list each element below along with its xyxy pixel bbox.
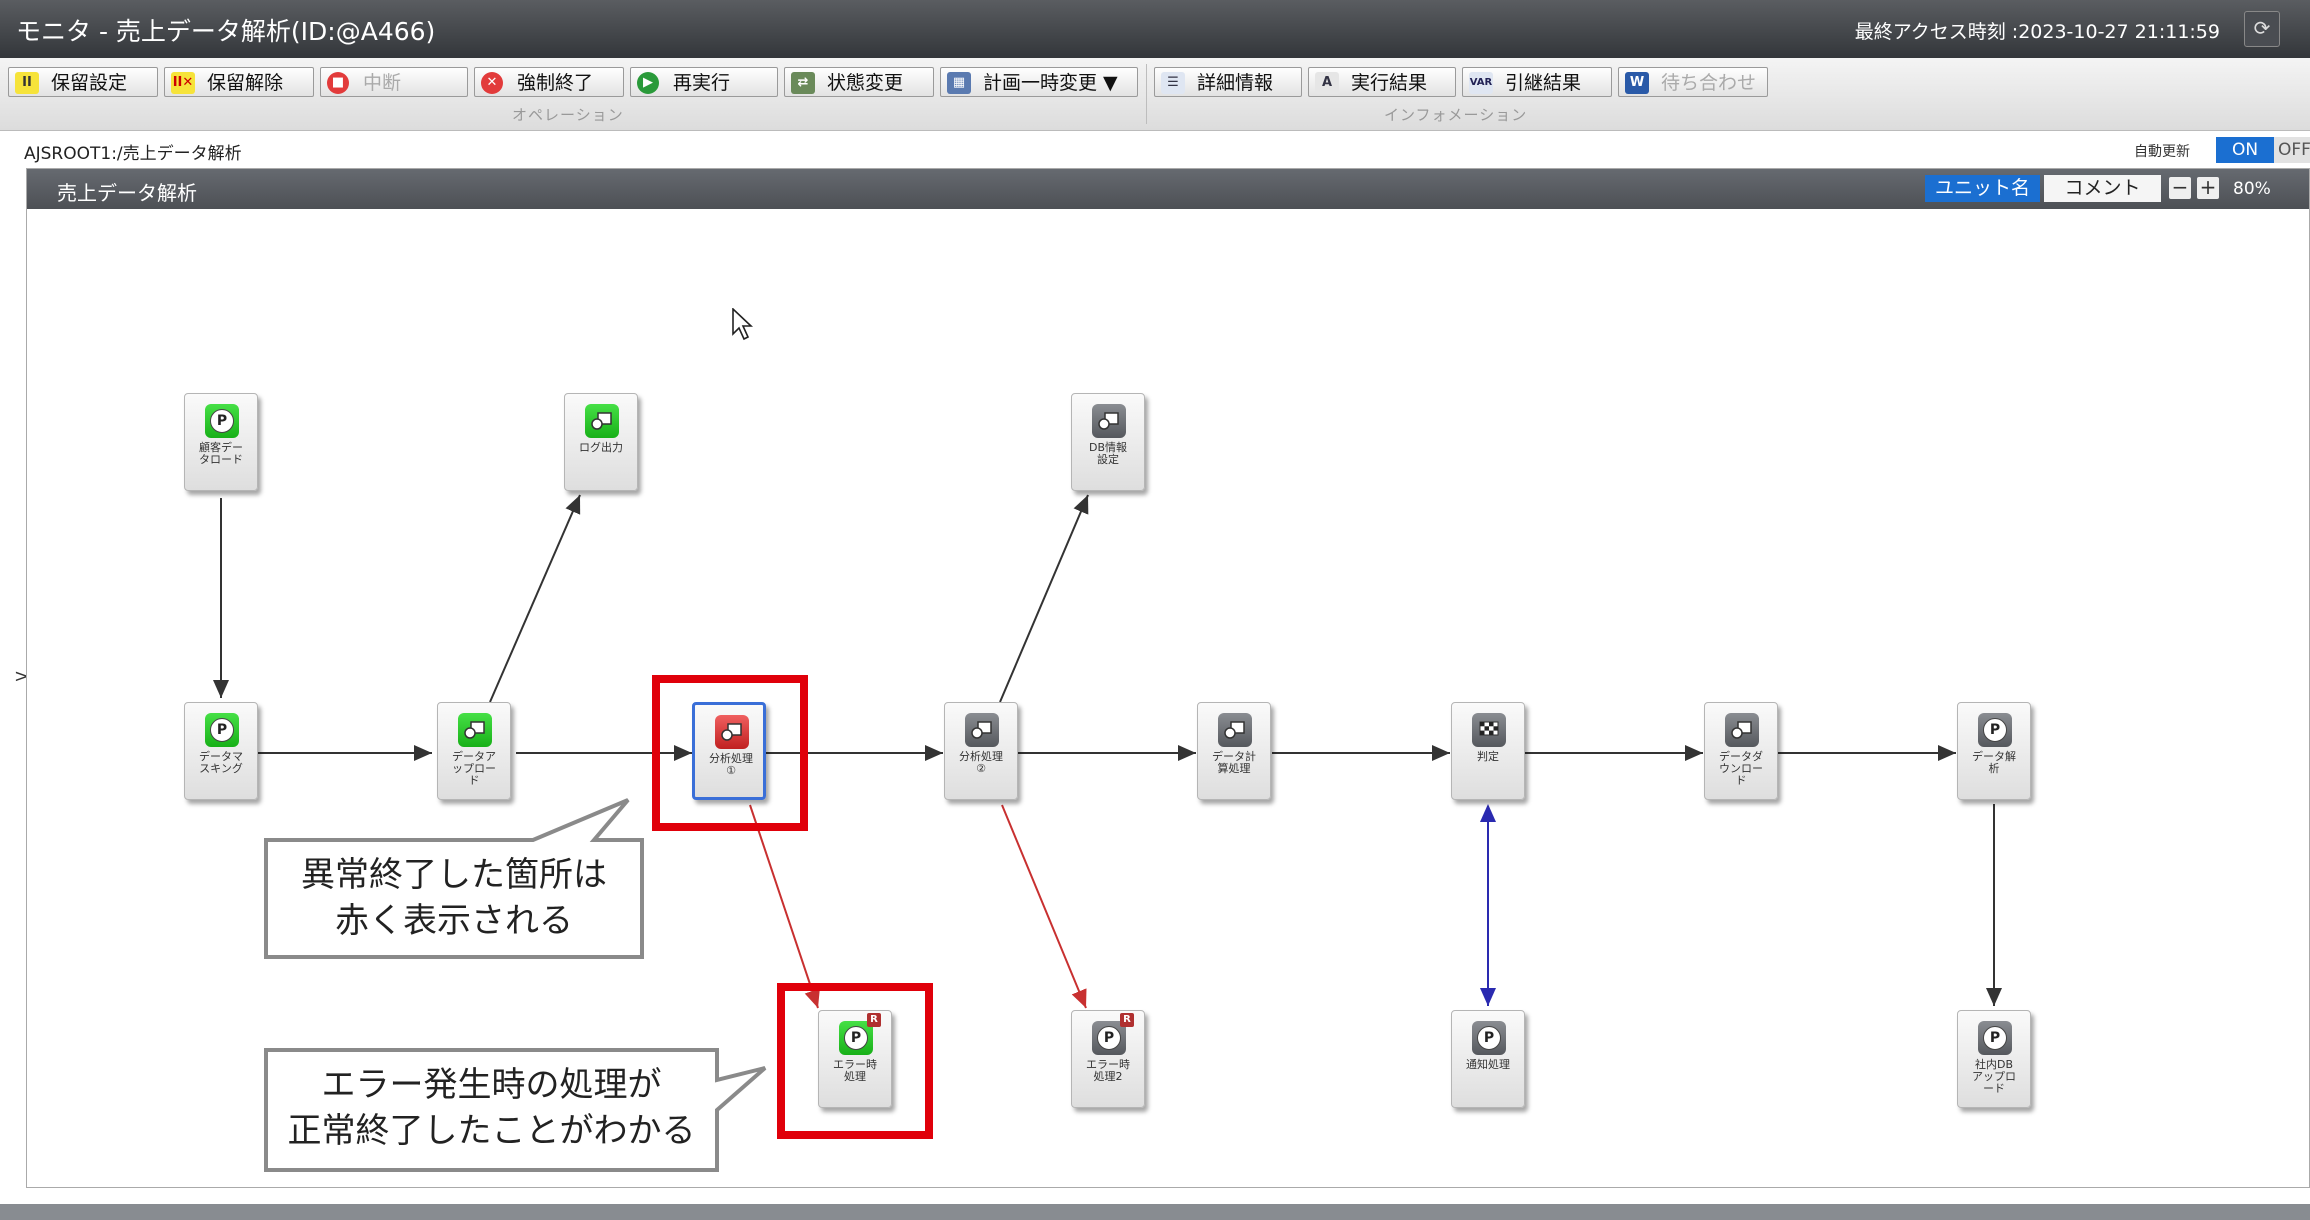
bottom-scrollbar[interactable] (0, 1204, 2310, 1220)
abnormal-callout-text: 異常終了した箇所は 赤く表示される (301, 855, 607, 941)
error-handler-callout-text: エラー発生時の処理が 正常終了したことがわかる (287, 1065, 696, 1151)
callout-shapes (264, 798, 767, 1172)
mouse-cursor-icon (732, 308, 754, 341)
